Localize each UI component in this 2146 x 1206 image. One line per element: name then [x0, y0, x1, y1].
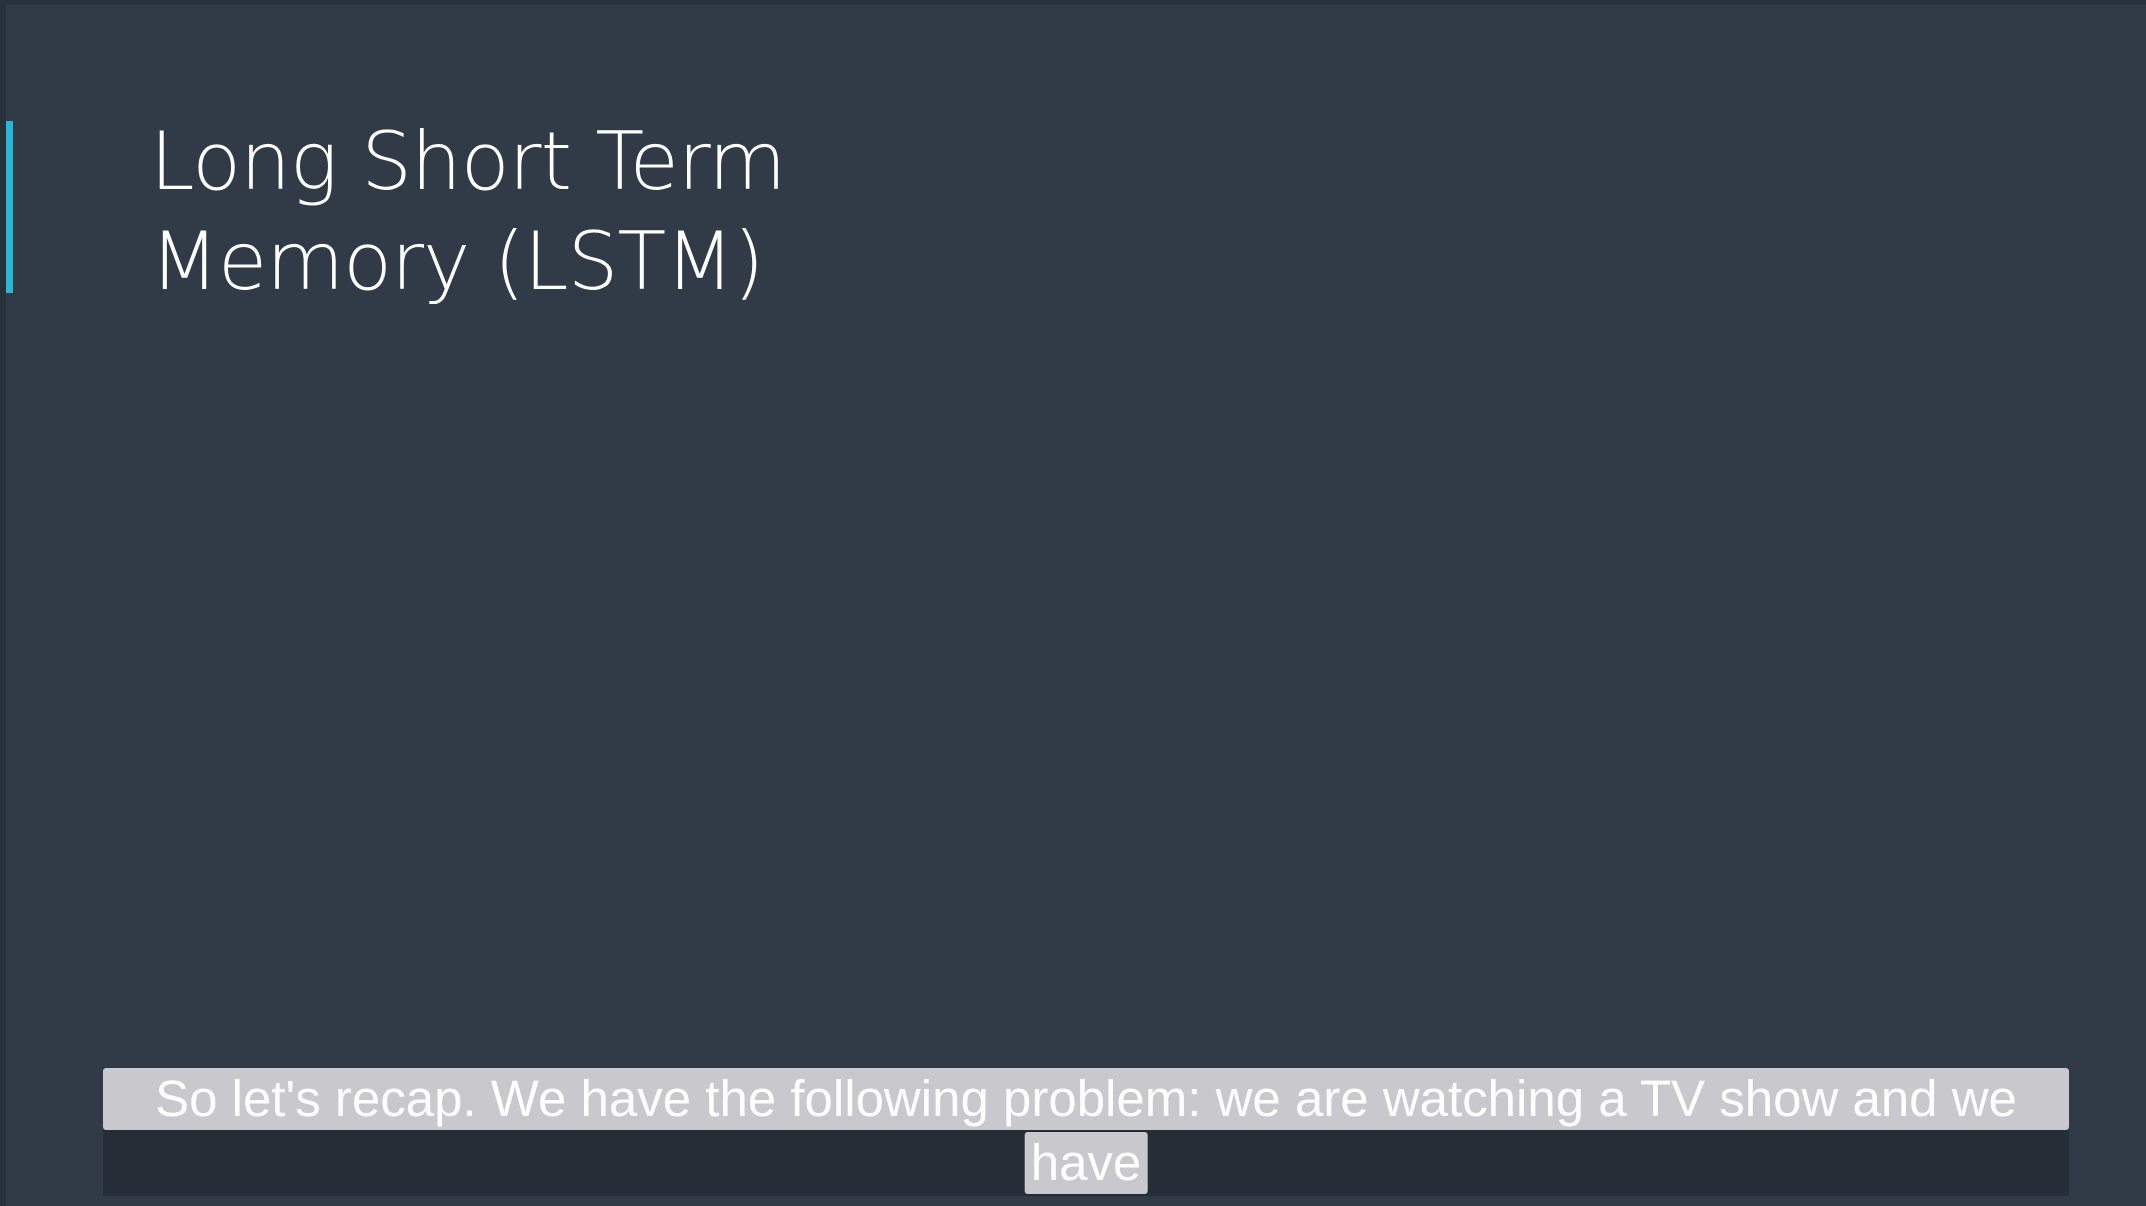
slide-title: Long Short Term Memory (LSTM)	[150, 112, 1050, 312]
subtitle-line-1: So let's recap. We have the following pr…	[103, 1068, 2069, 1130]
slide-title-line-2: Memory (LSTM)	[150, 215, 764, 308]
subtitle-track: So let's recap. We have the following pr…	[103, 1068, 2069, 1196]
slide-title-line-1: Long Short Term	[150, 115, 786, 208]
subtitle-line-2: have	[1024, 1132, 1148, 1194]
title-accent-bar	[6, 121, 13, 293]
video-player-frame[interactable]: Long Short Term Memory (LSTM) So let's r…	[0, 0, 2146, 1206]
frame-top-edge	[0, 0, 2146, 5]
